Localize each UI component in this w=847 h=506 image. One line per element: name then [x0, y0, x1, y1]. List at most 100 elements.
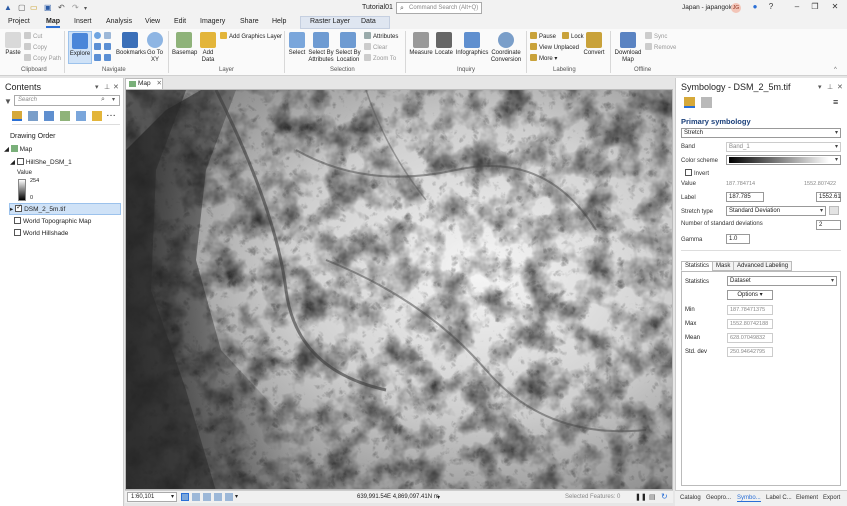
tab-map[interactable]: Map — [46, 18, 60, 28]
avatar[interactable]: JG — [731, 3, 741, 13]
cut-button[interactable]: Cut — [24, 32, 42, 40]
layer-world-topo-checkbox[interactable] — [14, 217, 21, 224]
minimize-icon[interactable]: – — [790, 2, 804, 14]
std-dev-count-input[interactable]: 2 — [816, 220, 841, 230]
list-by-selection-icon[interactable] — [44, 111, 54, 121]
rotation-icon[interactable] — [214, 493, 222, 501]
tab-view[interactable]: View — [145, 18, 160, 25]
tab-symbology[interactable]: Symbo... — [737, 495, 761, 502]
save-icon[interactable]: ▣ — [44, 3, 52, 12]
help-button[interactable]: ? — [764, 2, 778, 14]
scale-selector[interactable]: 1:60,101 ▾ — [127, 492, 177, 502]
measure-button[interactable]: Measure — [408, 32, 434, 57]
basemap-button[interactable]: Basemap — [172, 32, 197, 57]
fit-icon[interactable] — [203, 493, 211, 501]
layer-hillshade-checkbox[interactable] — [16, 158, 24, 165]
tab-help[interactable]: Help — [272, 18, 286, 25]
tab-share[interactable]: Share — [240, 18, 259, 25]
tab-catalog[interactable]: Catalog — [680, 495, 701, 501]
coordinate-conversion-button[interactable]: Coordinate Conversion — [489, 32, 523, 63]
tab-analysis[interactable]: Analysis — [106, 18, 132, 25]
options-button[interactable]: Options ▾ — [727, 290, 773, 300]
command-search-input[interactable]: ⌕ Command Search (Alt+Q) — [396, 2, 482, 14]
copy-path-button[interactable]: Copy Path — [24, 54, 61, 62]
snapping-icon[interactable] — [225, 493, 233, 501]
tab-element[interactable]: Element — [796, 495, 818, 501]
tab-statistics[interactable]: Statistics — [681, 261, 714, 271]
new-project-icon[interactable]: ▢ — [18, 3, 26, 12]
tab-geoprocessing[interactable]: Geopro... — [706, 495, 731, 501]
band-select[interactable]: Band_1 ▾ — [726, 142, 841, 152]
notification-icon[interactable]: ● — [748, 2, 762, 14]
layer-world-hillshade[interactable]: World Hillshade — [14, 229, 68, 237]
explore-button[interactable]: Explore — [68, 31, 92, 64]
tab-imagery[interactable]: Imagery — [200, 18, 225, 25]
invert-box[interactable] — [685, 169, 692, 176]
histogram-icon[interactable] — [829, 206, 839, 215]
refresh-icon[interactable]: ↻ — [661, 492, 668, 501]
layer-dsm[interactable]: ▸ DSM_2_5m.tif — [10, 203, 65, 213]
color-scheme-select[interactable]: ▾ — [726, 155, 841, 165]
contents-search-input[interactable]: Search ⌕ ▾ — [14, 95, 120, 106]
account-name[interactable]: Japan - japangold — [682, 4, 734, 11]
redo-icon[interactable]: ↷ — [72, 3, 79, 12]
list-by-source-icon[interactable] — [28, 111, 38, 121]
splitter[interactable] — [681, 250, 841, 251]
invert-checkbox[interactable]: Invert — [685, 169, 709, 177]
tab-raster-layer[interactable]: Raster Layer — [310, 18, 350, 25]
pause-drawing-icon[interactable]: ❚❚ — [635, 493, 647, 501]
gamma-input[interactable]: 1.0 — [726, 234, 750, 244]
statistics-select[interactable]: Dataset ▾ — [727, 276, 837, 286]
select-by-attributes-button[interactable]: Select By Attributes — [308, 32, 334, 63]
more-options-icon[interactable]: … — [106, 108, 116, 119]
attributes-button[interactable]: Attributes — [364, 32, 398, 40]
stretch-type-select[interactable]: Standard Deviation ▾ — [726, 206, 826, 216]
nav-next-button[interactable] — [104, 43, 113, 51]
layer-hillshade[interactable]: ◢ HillShe_DSM_1 — [10, 158, 72, 166]
chevron-down-icon[interactable]: ▾ — [235, 493, 238, 500]
list-by-snapping-icon[interactable] — [76, 111, 86, 121]
chevron-down-icon[interactable]: ▾ — [112, 96, 115, 103]
maximize-icon[interactable]: ❐ — [808, 2, 822, 14]
fixed-zoom-button[interactable] — [104, 32, 113, 40]
layer-world-topo[interactable]: World Topographic Map — [14, 217, 91, 225]
primary-symbology-icon[interactable] — [684, 97, 695, 108]
close-pane-icon[interactable]: ✕ — [837, 83, 843, 91]
tab-insert[interactable]: Insert — [74, 18, 92, 25]
pane-options-icon[interactable]: ▾ — [95, 83, 99, 91]
go-to-xy-button[interactable]: Go To XY — [146, 32, 164, 63]
layer-world-hillshade-checkbox[interactable] — [14, 229, 21, 236]
tab-advanced-labeling[interactable]: Advanced Labeling — [733, 261, 793, 271]
customize-qat-icon[interactable]: ▾ — [84, 5, 87, 12]
renderer-select[interactable]: Stretch ▾ — [681, 128, 841, 138]
layout-icon[interactable]: ▤ — [649, 493, 656, 501]
tab-data[interactable]: Data — [361, 18, 376, 25]
sync-button[interactable]: Sync — [645, 32, 667, 40]
more-button[interactable]: More ▾ — [530, 54, 557, 62]
full-extent-button[interactable] — [94, 32, 103, 40]
zoom-to-button[interactable]: Zoom To — [364, 54, 396, 62]
tab-project[interactable]: Project — [8, 18, 30, 25]
nav-previous-button[interactable] — [94, 43, 103, 51]
tab-label-class[interactable]: Label C... — [766, 495, 792, 501]
bookmarks-button[interactable]: Bookmarks — [116, 32, 146, 57]
convert-button[interactable]: Convert — [582, 32, 606, 57]
zoom-in-button[interactable] — [94, 54, 103, 62]
pin-icon[interactable]: ⊥ — [827, 83, 833, 91]
close-pane-icon[interactable]: ✕ — [113, 83, 119, 91]
remove-button[interactable]: Remove — [645, 43, 676, 51]
undo-icon[interactable]: ↶ — [58, 3, 65, 12]
label-max-input[interactable]: 1552.61 — [816, 192, 841, 202]
infographics-button[interactable]: Infographics — [455, 32, 489, 57]
open-project-icon[interactable]: ▭ — [30, 3, 38, 12]
clear-button[interactable]: Clear — [364, 43, 387, 51]
close-icon[interactable]: ✕ — [828, 2, 842, 14]
vary-symbology-icon[interactable] — [701, 97, 712, 108]
copy-button[interactable]: Copy — [24, 43, 47, 51]
map-view-tab[interactable]: Map ✕ — [125, 78, 163, 89]
layer-dsm-checkbox[interactable] — [15, 203, 23, 212]
paste-button[interactable]: Paste — [3, 32, 23, 57]
add-graphics-layer-button[interactable]: Add Graphics Layer — [220, 32, 282, 40]
pin-icon[interactable]: ⊥ — [104, 83, 110, 91]
list-by-drawing-order-icon[interactable] — [12, 111, 22, 121]
